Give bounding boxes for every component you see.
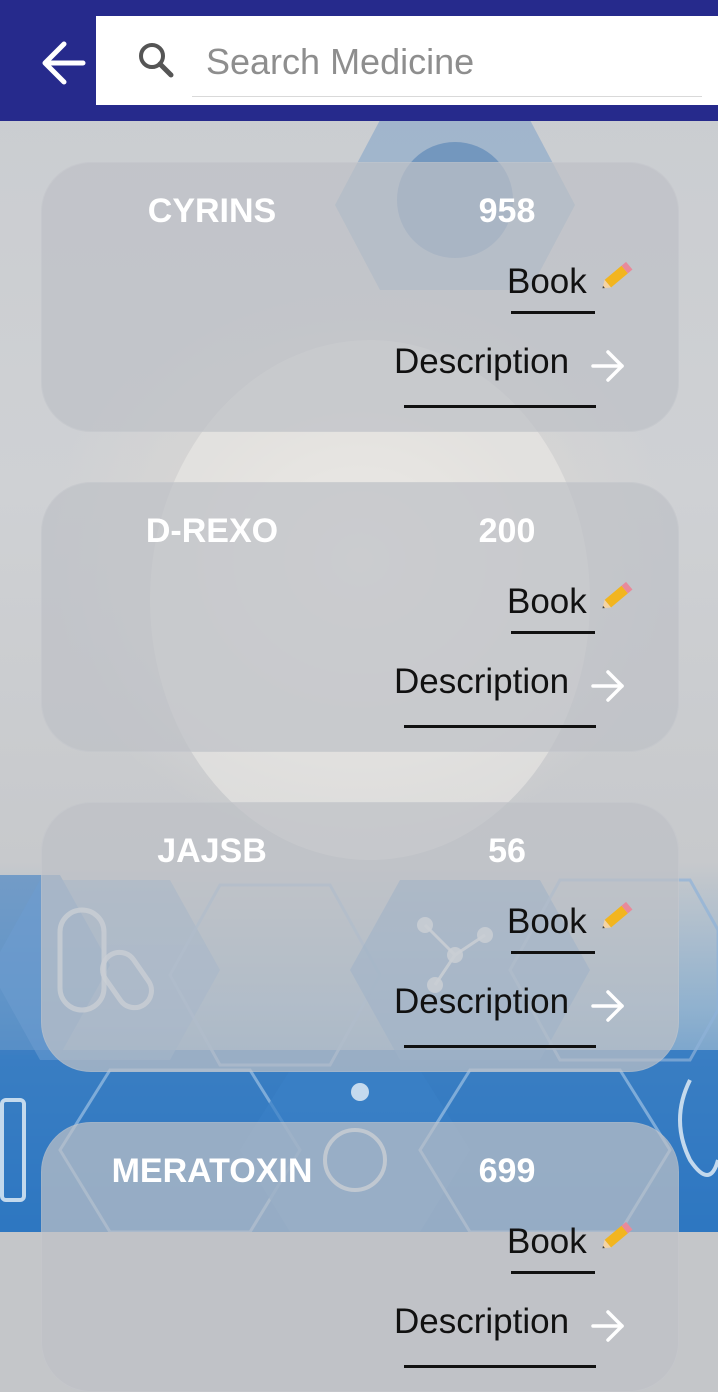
pencil-icon	[602, 901, 633, 929]
description-underline	[404, 1365, 596, 1368]
book-label: Book	[507, 902, 587, 941]
description-label: Description	[394, 342, 570, 381]
book-label: Book	[507, 1222, 587, 1261]
arrow-right-icon	[591, 350, 624, 382]
search-bar[interactable]	[96, 16, 718, 105]
description-label: Description	[394, 1302, 570, 1341]
arrow-right-icon	[591, 670, 624, 702]
book-underline	[511, 951, 595, 954]
search-underline	[192, 96, 702, 97]
medicine-price: 200	[478, 512, 536, 550]
medicine-price: 56	[488, 832, 526, 870]
pencil-icon	[602, 1221, 633, 1249]
medicine-name: D-REXO	[145, 512, 279, 550]
medicine-name: MERATOXIN	[111, 1152, 313, 1190]
book-label: Book	[507, 262, 587, 301]
medicine-card: D-REXO 200 Book Description	[41, 482, 679, 752]
back-button[interactable]	[34, 34, 92, 92]
description-underline	[404, 405, 596, 408]
description-label: Description	[394, 662, 570, 701]
medicine-card: JAJSB 56 Book Description	[41, 802, 679, 1072]
medicine-card: CYRINS 958 Book Description	[41, 162, 679, 432]
search-icon[interactable]	[136, 40, 176, 80]
book-label: Book	[507, 582, 587, 621]
description-underline	[404, 1045, 596, 1048]
app-header	[0, 0, 718, 121]
book-underline	[511, 631, 595, 634]
arrow-right-icon	[591, 1310, 624, 1342]
pencil-icon	[602, 581, 633, 609]
medicine-price: 699	[478, 1152, 536, 1190]
book-underline	[511, 311, 595, 314]
search-input[interactable]	[206, 32, 696, 92]
pencil-icon	[602, 261, 633, 289]
arrow-right-icon	[591, 990, 624, 1022]
description-label: Description	[394, 982, 570, 1021]
description-underline	[404, 725, 596, 728]
medicine-name: JAJSB	[157, 832, 267, 870]
medicine-name: CYRINS	[147, 192, 277, 230]
medicine-price: 958	[478, 192, 536, 230]
medicine-card: MERATOXIN 699 Book Description	[41, 1122, 679, 1392]
arrow-left-icon	[42, 41, 86, 85]
book-underline	[511, 1271, 595, 1274]
